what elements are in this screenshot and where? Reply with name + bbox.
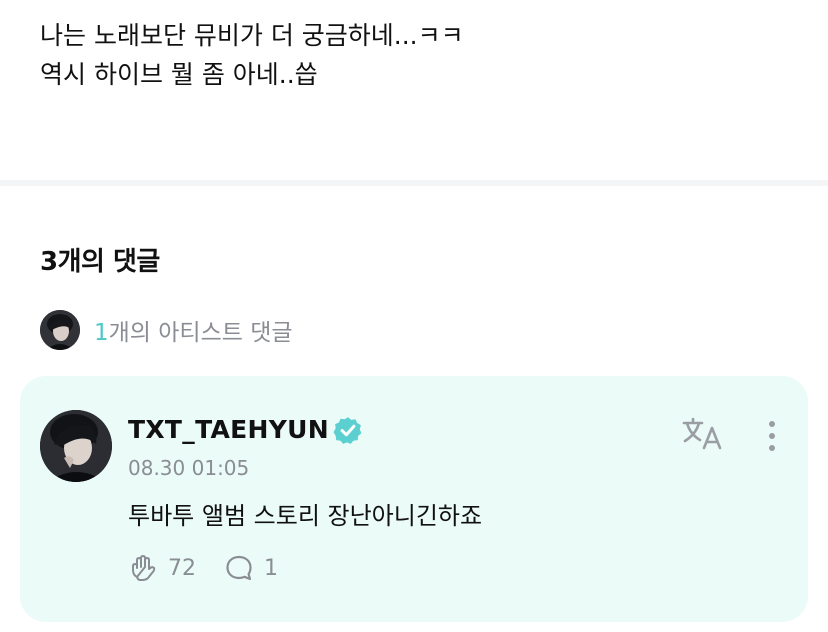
like-count: 72 xyxy=(168,555,196,581)
comment-actions: 72 1 xyxy=(128,552,306,584)
cheer-hand-icon xyxy=(132,555,156,581)
artist-comments-summary[interactable]: 1개의 아티스트 댓글 xyxy=(40,310,293,350)
page: 나는 노래보단 뮤비가 더 궁금하네...ㅋㅋ 역시 하이브 뭘 좀 아네..씁… xyxy=(0,0,828,632)
like-button[interactable]: 72 xyxy=(128,553,196,583)
artist-comments-suffix: 개의 아티스트 댓글 xyxy=(108,320,293,346)
reply-button[interactable]: 1 xyxy=(224,553,278,583)
artist-comments-count: 1 xyxy=(94,320,109,346)
post-text-line: 나는 노래보단 뮤비가 더 궁금하네...ㅋㅋ xyxy=(40,21,464,50)
artist-avatar-icon xyxy=(40,310,80,350)
section-divider xyxy=(0,180,828,186)
artist-comment-card: TXT_TAEHYUN 08.30 01:05 투바투 앨범 스토리 장난아니긴… xyxy=(20,376,808,622)
artist-avatar-icon[interactable] xyxy=(40,410,112,482)
comment-author-name[interactable]: TXT_TAEHYUN xyxy=(128,415,329,444)
comment-timestamp: 08.30 01:05 xyxy=(128,456,250,480)
reply-count: 1 xyxy=(264,555,278,581)
post-text-line: 역시 하이브 뭘 좀 아네..씁 xyxy=(40,60,318,89)
comments-count-heading: 3개의 댓글 xyxy=(40,247,160,277)
comment-text: 투바투 앨범 스토리 장난아니긴하죠 xyxy=(128,502,483,530)
post-body: 나는 노래보단 뮤비가 더 궁금하네...ㅋㅋ 역시 하이브 뭘 좀 아네..씁 xyxy=(40,16,800,94)
verified-badge-icon xyxy=(333,415,362,444)
artist-comments-label: 1개의 아티스트 댓글 xyxy=(94,313,293,347)
translate-icon[interactable] xyxy=(682,416,726,452)
comment-author-row: TXT_TAEHYUN xyxy=(128,414,362,444)
speech-bubble-icon xyxy=(226,555,252,581)
more-vertical-icon[interactable] xyxy=(760,418,784,454)
